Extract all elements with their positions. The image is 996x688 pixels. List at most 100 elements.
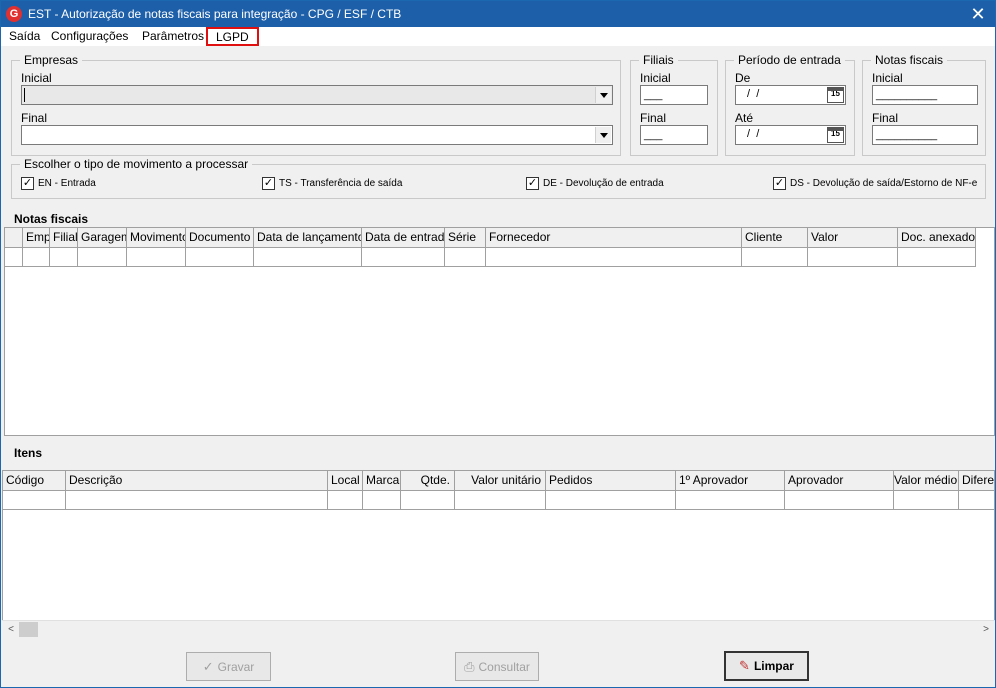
grid-cell[interactable] [676,491,785,510]
filial-inicial-input[interactable]: ___ [640,85,708,105]
close-icon[interactable]: ✕ [967,3,989,25]
itens-col-codigo[interactable]: Código [3,471,66,491]
limpar-button-label: Limpar [753,659,794,673]
main-window: G EST - Autorização de notas fiscais par… [0,0,996,688]
itens-grid-title: Itens [14,446,43,460]
broom-icon: ✎ [739,658,750,673]
chevron-down-icon[interactable] [595,127,611,143]
menu-lgpd[interactable]: LGPD [206,27,259,46]
periodo-ate-label: Até [735,111,754,125]
notas-col-indicator[interactable] [5,228,23,248]
periodo-de-input[interactable]: / / 15 [735,85,846,105]
periodo-group: Período de entrada De / / 15 Até / / 15 [725,53,855,156]
grid-cell[interactable] [254,248,362,267]
grid-cell[interactable] [3,491,66,510]
grid-cell[interactable] [50,248,78,267]
gravar-button[interactable]: ✓ Gravar [186,652,271,681]
empresa-inicial-combo[interactable] [21,85,613,105]
grid-cell[interactable] [898,248,976,267]
itens-col-diferenca[interactable]: Diferen [959,471,994,491]
menu-saida[interactable]: Saída [9,29,40,43]
checkbox-ds-label: DS - Devolução de saída/Estorno de NF-e [790,178,978,189]
grid-cell[interactable] [959,491,994,510]
scroll-thumb[interactable] [19,622,38,637]
movimento-group: Escolher o tipo de movimento a processar… [11,157,986,199]
checkbox-ts[interactable]: ✓ [262,177,275,190]
empresa-final-label: Final [21,111,48,125]
filial-final-input[interactable]: ___ [640,125,708,145]
text-caret [24,88,25,102]
grid-cell[interactable] [363,491,401,510]
menu-configuracoes[interactable]: Configurações [51,29,128,43]
notas-col-emp[interactable]: Emp [23,228,50,248]
consultar-button[interactable]: ⎙ Consultar [455,652,539,681]
empresa-final-combo[interactable] [21,125,613,145]
limpar-button[interactable]: ✎ Limpar [724,651,809,681]
notas-col-movimento[interactable]: Movimento [127,228,186,248]
itens-grid[interactable]: Código Descrição Local Marca Qtde. Valor… [2,470,995,620]
grid-cell[interactable] [5,248,23,267]
calendar-icon[interactable]: 15 [827,127,844,143]
itens-col-aprovador[interactable]: Aprovador [785,471,894,491]
periodo-ate-input[interactable]: / / 15 [735,125,846,145]
nota-inicial-input[interactable]: __________ [872,85,978,105]
grid-cell[interactable] [894,491,959,510]
grid-cell[interactable] [328,491,363,510]
app-logo-icon: G [6,6,22,22]
nota-inicial-label: Inicial [872,71,903,85]
notas-col-serie[interactable]: Série [445,228,486,248]
checkbox-ds[interactable]: ✓ [773,177,786,190]
gravar-button-label: Gravar [217,660,255,674]
nota-final-input[interactable]: __________ [872,125,978,145]
grid-cell[interactable] [785,491,894,510]
notas-col-doc-anexados[interactable]: Doc. anexados [898,228,976,248]
periodo-de-value: / / [744,88,760,100]
checkmark-icon: ✓ [202,659,214,674]
notas-grid[interactable]: Emp Filial Garagem Movimento Documento D… [4,227,995,436]
checkbox-en[interactable]: ✓ [21,177,34,190]
itens-col-pedidos[interactable]: Pedidos [546,471,676,491]
itens-col-primeiro-aprovador[interactable]: 1º Aprovador [676,471,785,491]
grid-cell[interactable] [127,248,186,267]
notas-col-garagem[interactable]: Garagem [78,228,127,248]
notas-col-cliente[interactable]: Cliente [742,228,808,248]
menu-bar: Saída Configurações Parâmetros LGPD [1,27,995,46]
filiais-group: Filiais Inicial ___ Final ___ [630,53,718,156]
notas-grid-title: Notas fiscais [14,212,89,226]
menu-parametros[interactable]: Parâmetros [142,29,204,43]
itens-col-marca[interactable]: Marca [363,471,401,491]
scroll-right-icon[interactable]: > [978,623,994,636]
grid-cell[interactable] [546,491,676,510]
grid-cell[interactable] [445,248,486,267]
itens-col-valor-medio[interactable]: Valor médio [894,471,959,491]
notas-col-data-lancamento[interactable]: Data de lançamento [254,228,362,248]
grid-cell[interactable] [455,491,546,510]
grid-cell[interactable] [486,248,742,267]
grid-cell[interactable] [808,248,898,267]
consultar-button-label: Consultar [478,660,530,674]
notas-col-data-entrada[interactable]: Data de entrada [362,228,445,248]
grid-cell[interactable] [78,248,127,267]
notas-col-documento[interactable]: Documento [186,228,254,248]
grid-cell[interactable] [401,491,455,510]
notas-col-fornecedor[interactable]: Fornecedor [486,228,742,248]
itens-col-valor-unitario[interactable]: Valor unitário [455,471,546,491]
grid-cell[interactable] [186,248,254,267]
periodo-ate-value: / / [744,128,760,140]
grid-cell[interactable] [66,491,328,510]
itens-col-descricao[interactable]: Descrição [66,471,328,491]
calendar-icon[interactable]: 15 [827,87,844,103]
checkbox-de[interactable]: ✓ [526,177,539,190]
scroll-left-icon[interactable]: < [3,623,19,636]
chevron-down-icon[interactable] [595,87,611,103]
itens-col-qtde[interactable]: Qtde. [401,471,455,491]
itens-horizontal-scrollbar[interactable]: < > [2,620,995,637]
periodo-de-label: De [735,71,751,85]
notas-col-valor[interactable]: Valor [808,228,898,248]
itens-col-local[interactable]: Local [328,471,363,491]
grid-cell[interactable] [23,248,50,267]
grid-cell[interactable] [362,248,445,267]
title-bar[interactable]: G EST - Autorização de notas fiscais par… [1,1,995,27]
grid-cell[interactable] [742,248,808,267]
notas-col-filial[interactable]: Filial [50,228,78,248]
